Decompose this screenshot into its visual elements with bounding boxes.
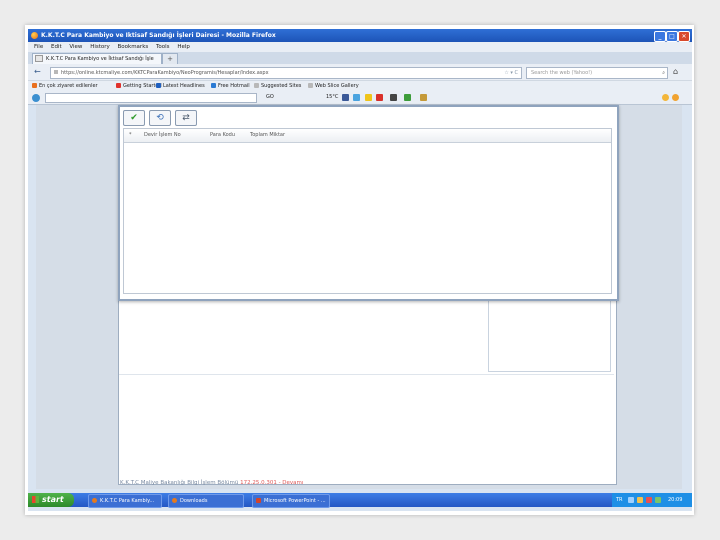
weather-temperature: 15°C [326,94,339,100]
addon-b-icon[interactable] [672,94,679,101]
taskbar-item-downloads[interactable]: Downloads [168,494,244,508]
search-input[interactable]: Search the web (Yahoo!) ⌕ [526,67,668,79]
page-icon [308,83,313,88]
home-icon[interactable]: ⌂ [673,67,683,77]
system-tray: TR 20:09 [612,493,692,507]
bookmark-label: Free Hotmail [218,83,250,89]
column-select[interactable]: * [129,129,132,142]
bookmark-label: Suggested Sites [261,83,302,89]
navigation-bar: ← https://online.ktcmaliye.com/KKTCParaK… [28,64,692,80]
facebook-icon[interactable] [342,94,349,101]
smiley-icon[interactable] [365,94,372,101]
game-icon[interactable] [404,94,411,101]
language-indicator[interactable]: TR [616,493,623,507]
menu-history[interactable]: History [90,44,110,50]
taskbar-label: Downloads [180,498,208,504]
clock[interactable]: 20:09 [668,493,682,507]
refresh-button[interactable]: ⟲ [149,110,171,126]
tab-active[interactable]: K.K.T.C Para Kambiyo ve İktisaf Sandığı … [32,53,162,64]
transfer-dialog: ✔ ⟲ ⇄ * Devir İşlem No Para Kodu Toplam … [118,105,619,301]
back-arrow-icon[interactable]: ← [34,67,44,77]
bookmark-star-icon[interactable]: ☆ ▾ C [504,68,518,78]
side-pane [488,297,611,372]
search-placeholder: Search the web (Yahoo!) [531,70,593,76]
devir-grid: * Devir İşlem No Para Kodu Toplam Miktar [123,128,612,294]
page-content: K.K.T.C Maliye Bakanlığı Bilgi İşlem Böl… [36,105,682,489]
briefcase-icon[interactable] [420,94,427,101]
tab-label: K.K.T.C Para Kambiyo ve İktisaf Sandığı … [46,56,154,62]
confirm-check-button[interactable]: ✔ [123,110,145,126]
powerpoint-icon [256,498,261,503]
star-icon [32,83,37,88]
tray-network-icon[interactable] [628,497,634,503]
column-para-kodu[interactable]: Para Kodu [210,129,235,142]
rss-icon [156,83,161,88]
bookmark-label: En çok ziyaret edilenler [39,83,98,89]
tray-update-icon[interactable] [655,497,661,503]
taskbar-item-firefox[interactable]: K.K.T.C Para Kambiy... [88,494,162,508]
tray-speaker-icon[interactable] [637,497,643,503]
page-favicon-icon [35,55,43,62]
toolbar-logo-icon [32,94,40,102]
firefox-logo-icon [31,32,38,39]
column-devir-islem-no[interactable]: Devir İşlem No [144,129,181,142]
menu-tools[interactable]: Tools [156,44,170,50]
bookmark-label: Latest Headlines [163,83,205,89]
youtube-icon[interactable] [376,94,383,101]
addon-toolbar: GO 15°C [28,91,692,105]
windows-taskbar: start K.K.T.C Para Kambiy... Downloads M… [28,493,692,508]
footer-status: K.K.T.C Maliye Bakanlığı Bilgi İşlem Böl… [120,480,303,486]
transfer-button[interactable]: ⇄ [175,110,197,126]
tray-security-icon[interactable] [646,497,652,503]
addon-a-icon[interactable] [662,94,669,101]
windows-logo-icon [32,496,39,503]
start-label: start [42,495,64,504]
twitter-icon[interactable] [353,94,360,101]
firefox-icon [116,83,121,88]
start-button[interactable]: start [28,493,74,507]
menu-edit[interactable]: Edit [51,44,62,50]
firefox-icon [92,498,97,503]
grid-header: * Devir İşlem No Para Kodu Toplam Miktar [124,129,611,143]
column-toplam-miktar[interactable]: Toplam Miktar [250,129,285,142]
taskbar-label: K.K.T.C Para Kambiy... [100,498,155,504]
taskbar-label: Microsoft PowerPoint - ... [264,498,326,504]
window-title: K.K.T.C Para Kambiyo ve Iktisaf Sandığı … [41,32,276,39]
page-icon [254,83,259,88]
toolbar-search-input[interactable] [45,93,257,103]
firefox-icon [172,498,177,503]
lock-icon [54,70,58,74]
hotmail-icon [211,83,216,88]
close-button[interactable]: ✕ [678,31,690,42]
menu-file[interactable]: File [34,44,43,50]
menu-view[interactable]: View [69,44,82,50]
go-button[interactable]: GO [266,91,274,104]
taskbar-item-powerpoint[interactable]: Microsoft PowerPoint - ... [252,494,330,508]
minimize-button[interactable]: _ [654,31,666,42]
maximize-button[interactable]: □ [666,31,678,42]
mobile-icon[interactable] [390,94,397,101]
title-bar[interactable]: K.K.T.C Para Kambiyo ve Iktisaf Sandığı … [28,29,692,42]
url-text: https://online.ktcmaliye.com/KKTCParaKam… [61,70,269,76]
search-icon[interactable]: ⌕ [662,68,665,78]
url-bar[interactable]: https://online.ktcmaliye.com/KKTCParaKam… [50,67,522,79]
tab-bar: K.K.T.C Para Kambiyo ve İktisaf Sandığı … [28,52,692,65]
bookmark-label: Web Slice Gallery [315,83,359,89]
footer-ip: 172.25.0.301 - Devamı [240,480,304,486]
lower-pane [119,374,614,475]
menu-help[interactable]: Help [177,44,190,50]
footer-text: K.K.T.C Maliye Bakanlığı Bilgi İşlem Böl… [120,480,241,486]
menu-bookmarks[interactable]: Bookmarks [118,44,149,50]
menu-bar: File Edit View History Bookmarks Tools H… [28,42,692,52]
browser-window: K.K.T.C Para Kambiyo ve Iktisaf Sandığı … [28,29,692,511]
